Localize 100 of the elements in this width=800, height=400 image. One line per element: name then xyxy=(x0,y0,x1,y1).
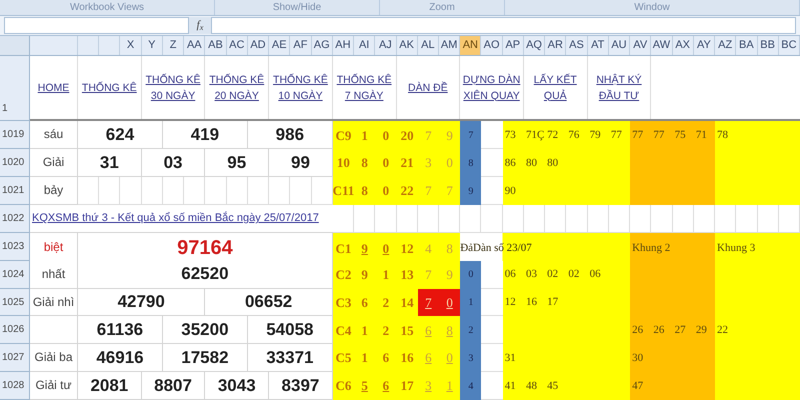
column-header[interactable]: AP xyxy=(502,36,524,55)
empty-cell xyxy=(120,177,142,205)
column-header[interactable]: AZ xyxy=(715,36,736,55)
column-header[interactable]: AW xyxy=(651,36,673,55)
empty-cell xyxy=(672,204,694,233)
column-header[interactable]: AT xyxy=(588,36,609,55)
name-box[interactable] xyxy=(4,16,189,34)
column-header[interactable]: AR xyxy=(545,36,566,55)
empty-cell xyxy=(588,204,609,233)
stat-cell: 15 xyxy=(396,316,418,344)
column-header[interactable]: X xyxy=(120,36,142,55)
function-button[interactable]: f$_{x}$ xyxy=(189,16,211,34)
result-number: 33371 xyxy=(248,344,333,372)
row-number[interactable]: 1024 xyxy=(0,260,30,289)
ribbon-group-label: Zoom xyxy=(429,1,455,15)
value-cell-text: 79 xyxy=(588,128,602,144)
nav-link[interactable]: THỐNG KÊ 20 NGÀY xyxy=(205,56,270,120)
empty-cell xyxy=(226,177,248,205)
nav-link[interactable]: THỐNG KÊ xyxy=(78,56,142,120)
index-cell: 1 xyxy=(460,288,482,316)
value-cell-text: 30 xyxy=(631,350,644,366)
empty-cell xyxy=(99,177,120,205)
nav-link[interactable]: THỐNG KÊ 10 NGÀY xyxy=(269,56,333,120)
result-number: 03 xyxy=(142,149,206,178)
value-cell-text: 17 xyxy=(546,295,560,310)
column-header[interactable]: AJ xyxy=(375,36,397,55)
value-cell-text: 90 xyxy=(504,184,517,199)
column-header[interactable]: AF xyxy=(290,36,312,55)
result-number: 95 xyxy=(205,149,270,178)
row-number[interactable]: 1019 xyxy=(0,121,30,150)
row-number[interactable]: 1023 xyxy=(0,232,30,261)
nav-link[interactable]: LẤY KẾT QUẢ xyxy=(524,56,588,120)
row-number[interactable]: 1027 xyxy=(0,344,30,372)
stat-cell: 7 xyxy=(418,177,439,205)
prize-label: Giải nhì xyxy=(30,288,78,316)
stat-cell: 3 xyxy=(418,372,439,400)
column-header[interactable]: Y xyxy=(142,36,163,55)
stat-cell: 0 xyxy=(439,288,460,316)
column-header[interactable]: AN xyxy=(460,36,482,55)
column-header[interactable]: AB xyxy=(205,36,227,55)
result-number: 8807 xyxy=(142,372,206,400)
column-header[interactable]: Z xyxy=(162,36,184,55)
stat-cell: 8 xyxy=(354,177,376,205)
stat-cell: 0 xyxy=(375,149,397,178)
empty-cell xyxy=(608,204,630,233)
stat-cell: 14 xyxy=(396,288,418,316)
column-header[interactable]: AI xyxy=(354,36,376,55)
result-number: 06652 xyxy=(205,288,333,316)
value-cell-text: 03 xyxy=(524,267,538,282)
column-header[interactable]: AD xyxy=(248,36,270,55)
stat-cell: 10 xyxy=(332,149,354,178)
nav-link[interactable]: NHẬT KÝ ĐẦU TƯ xyxy=(588,56,652,120)
row-number[interactable]: 1026 xyxy=(0,316,30,344)
column-header[interactable]: AA xyxy=(184,36,206,55)
nav-link[interactable]: THỐNG KÊ 30 NGÀY xyxy=(142,56,206,120)
nav-link[interactable]: DỰNG DÀN XIÊN QUAY xyxy=(460,56,524,120)
row-number[interactable]: 1020 xyxy=(0,149,30,178)
stat-cell: 8 xyxy=(439,232,460,264)
stat-cell: 6 xyxy=(375,372,397,400)
stat-cell: 6 xyxy=(418,344,439,372)
column-header[interactable]: AG xyxy=(312,36,333,55)
select-all-corner[interactable] xyxy=(0,36,30,56)
stat-cell: 2 xyxy=(375,316,397,344)
column-header[interactable]: AV xyxy=(630,36,652,55)
result-number: 46916 xyxy=(78,344,163,372)
stat-cell: 22 xyxy=(396,177,418,205)
column-header[interactable]: AC xyxy=(226,36,248,55)
row-number[interactable]: 1 xyxy=(0,56,30,122)
nav-link[interactable]: HOME xyxy=(30,56,78,120)
column-header[interactable]: AQ xyxy=(524,36,546,55)
nav-link[interactable]: THỐNG KÊ 7 NGÀY xyxy=(332,56,397,120)
column-header[interactable]: AH xyxy=(332,36,354,55)
stat-cell: 1 xyxy=(354,316,376,344)
index-cell: 2 xyxy=(460,316,482,344)
row-number[interactable]: 1025 xyxy=(0,288,30,316)
nav-link[interactable]: DÀN ĐỀ xyxy=(396,56,460,120)
empty-cell xyxy=(778,204,800,233)
stat-cell: 3 xyxy=(418,149,439,178)
frame-heading: Khung 3 xyxy=(716,241,756,256)
column-header[interactable]: BA xyxy=(736,36,758,55)
column-header[interactable]: AE xyxy=(269,36,290,55)
prize-label: Giải xyxy=(30,149,78,178)
column-header[interactable]: AX xyxy=(672,36,694,55)
column-header[interactable]: BC xyxy=(778,36,800,55)
column-header[interactable]: AY xyxy=(694,36,716,55)
column-header[interactable]: AL xyxy=(418,36,439,55)
row-number[interactable]: 1022 xyxy=(0,204,30,233)
column-header[interactable]: AK xyxy=(396,36,418,55)
column-header[interactable]: AO xyxy=(481,36,503,55)
row-number[interactable]: 1028 xyxy=(0,372,30,400)
empty-cell xyxy=(524,204,546,233)
row-number[interactable]: 1021 xyxy=(0,177,30,205)
stat-cell: 7 xyxy=(439,177,460,205)
column-header[interactable]: AU xyxy=(608,36,630,55)
result-number: 2081 xyxy=(78,372,142,400)
stat-cell: 20 xyxy=(396,121,418,150)
column-header[interactable]: BB xyxy=(758,36,779,55)
stat-cell: C9 xyxy=(332,121,354,150)
formula-field[interactable] xyxy=(211,16,796,34)
column-header[interactable]: AS xyxy=(566,36,588,55)
